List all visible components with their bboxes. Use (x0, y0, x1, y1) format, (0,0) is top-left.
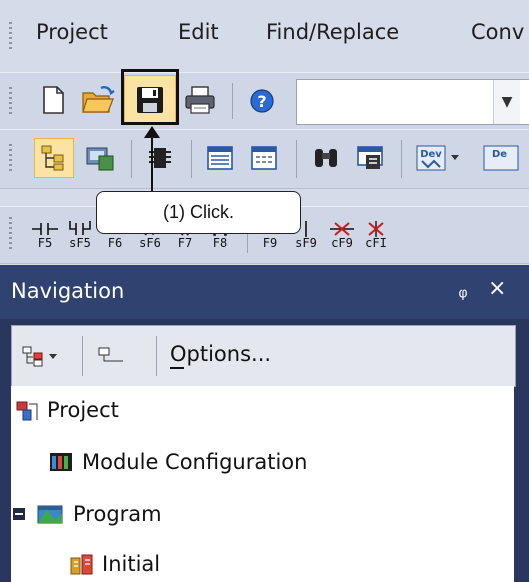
module-button[interactable] (80, 138, 120, 178)
fkey-cf9-button[interactable]: cF9 (326, 213, 358, 257)
tree-item-project[interactable]: Project (15, 398, 119, 422)
fkey-label: sF6 (139, 236, 161, 250)
toolbar-separator (131, 140, 132, 178)
menu-bar: Project Edit Find/Replace Conv (0, 0, 529, 72)
monitor-icon (357, 146, 383, 169)
fkey-label: sF5 (69, 236, 91, 250)
menu-project[interactable]: Project (36, 20, 108, 44)
window-icon (251, 146, 277, 170)
open-folder-icon (82, 86, 115, 113)
print-button[interactable] (180, 81, 220, 119)
tree-item-program[interactable]: Program (13, 502, 162, 526)
save-highlight-frame (121, 69, 179, 125)
project-tree-button[interactable] (34, 138, 74, 178)
chevron-down-icon[interactable]: ▼ (493, 80, 520, 124)
callout-pointer (144, 126, 160, 194)
delete-horizontal-line-icon (330, 222, 354, 236)
tree-view-button[interactable] (18, 338, 64, 374)
toolbar-grip[interactable] (9, 217, 12, 251)
menu-find-replace[interactable]: Find/Replace (266, 20, 399, 44)
fkey-label: F5 (37, 236, 53, 250)
project-tree: Project Module Configuration Program Ini… (11, 386, 514, 582)
device-dropdown-button[interactable]: Dev (410, 138, 466, 178)
collapse-button[interactable] (92, 338, 132, 374)
tree-item-initial[interactable]: Initial (68, 552, 160, 576)
new-file-icon (43, 86, 64, 114)
navigation-panel-header: Navigation ᵩ × (0, 265, 529, 319)
toolbar-separator (156, 336, 157, 376)
fkey-label: F6 (107, 236, 123, 250)
callout-box: (1) Click. (96, 191, 301, 234)
tree-item-label: Program (73, 502, 162, 526)
tree-expand-icon (22, 346, 57, 367)
fkey-label: sF9 (295, 236, 317, 250)
pin-icon[interactable]: ᵩ (457, 277, 469, 303)
toolbar-grip[interactable] (9, 87, 12, 115)
print-icon (185, 86, 215, 114)
help-button[interactable]: ? (244, 83, 280, 119)
menu-grip[interactable] (9, 22, 12, 52)
module-icon (86, 147, 114, 171)
contact-parallel-icon (69, 221, 91, 235)
tree-item-label: Initial (102, 552, 161, 576)
options-link[interactable]: Options... (170, 342, 271, 366)
fkey-cf10-button[interactable]: cFI (360, 213, 392, 257)
list-icon (207, 146, 233, 170)
tree-item-label: Project (47, 398, 119, 422)
fkey-label: cF9 (331, 236, 353, 250)
device-button[interactable]: De (478, 138, 522, 178)
standard-toolbar: ? ▼ (0, 72, 529, 130)
toolbar-separator (191, 140, 192, 178)
contact-no-icon (32, 223, 58, 235)
device-icon: De (483, 145, 519, 171)
project-tree-icon (41, 145, 64, 171)
device-label: Dev (420, 149, 442, 160)
binoculars-icon (315, 149, 337, 167)
device-dropdown-icon: Dev (416, 145, 459, 171)
tree-collapse-icon (98, 347, 123, 362)
tree-item-label: Module Configuration (82, 450, 308, 474)
initial-icon (70, 554, 93, 575)
help-icon: ? (250, 89, 274, 113)
new-file-button[interactable] (34, 81, 72, 119)
fkey-label: cFI (365, 236, 387, 250)
toolbar-separator (82, 336, 83, 376)
module-config-icon (50, 453, 72, 471)
window-view-button[interactable] (244, 138, 284, 178)
toolbar-separator (401, 140, 402, 178)
callout-text: (1) Click. (163, 202, 234, 222)
search-button[interactable] (306, 138, 346, 178)
fkey-label: F7 (177, 236, 193, 250)
menu-convert[interactable]: Conv (471, 20, 524, 44)
fkey-sf5-button[interactable]: sF5 (65, 213, 95, 257)
navigation-toolbar: Options... (11, 325, 516, 387)
open-button[interactable] (78, 81, 118, 119)
fkey-f5-button[interactable]: F5 (30, 213, 60, 257)
options-mnemonic-underline (170, 367, 184, 369)
tree-item-module-configuration[interactable]: Module Configuration (48, 450, 307, 474)
project-icon (16, 401, 38, 421)
list-view-button[interactable] (200, 138, 240, 178)
navigation-title: Navigation (11, 279, 125, 303)
toolbar-separator (296, 140, 297, 178)
monitor-button[interactable] (350, 138, 390, 178)
project-combo[interactable]: ▼ (296, 79, 529, 125)
toolbar-grip[interactable] (9, 144, 12, 172)
view-toolbar: Dev De (0, 129, 529, 189)
toolbar-separator (232, 83, 233, 119)
collapse-toggle-icon[interactable] (13, 508, 25, 520)
fkey-label: F9 (262, 236, 278, 250)
program-icon (37, 505, 63, 524)
close-icon[interactable]: × (488, 276, 506, 301)
menu-edit[interactable]: Edit (178, 20, 219, 44)
svg-text:?: ? (257, 92, 266, 111)
device-label: De (492, 149, 507, 160)
delete-vertical-line-icon (368, 221, 384, 237)
fkey-label: F8 (212, 236, 228, 250)
